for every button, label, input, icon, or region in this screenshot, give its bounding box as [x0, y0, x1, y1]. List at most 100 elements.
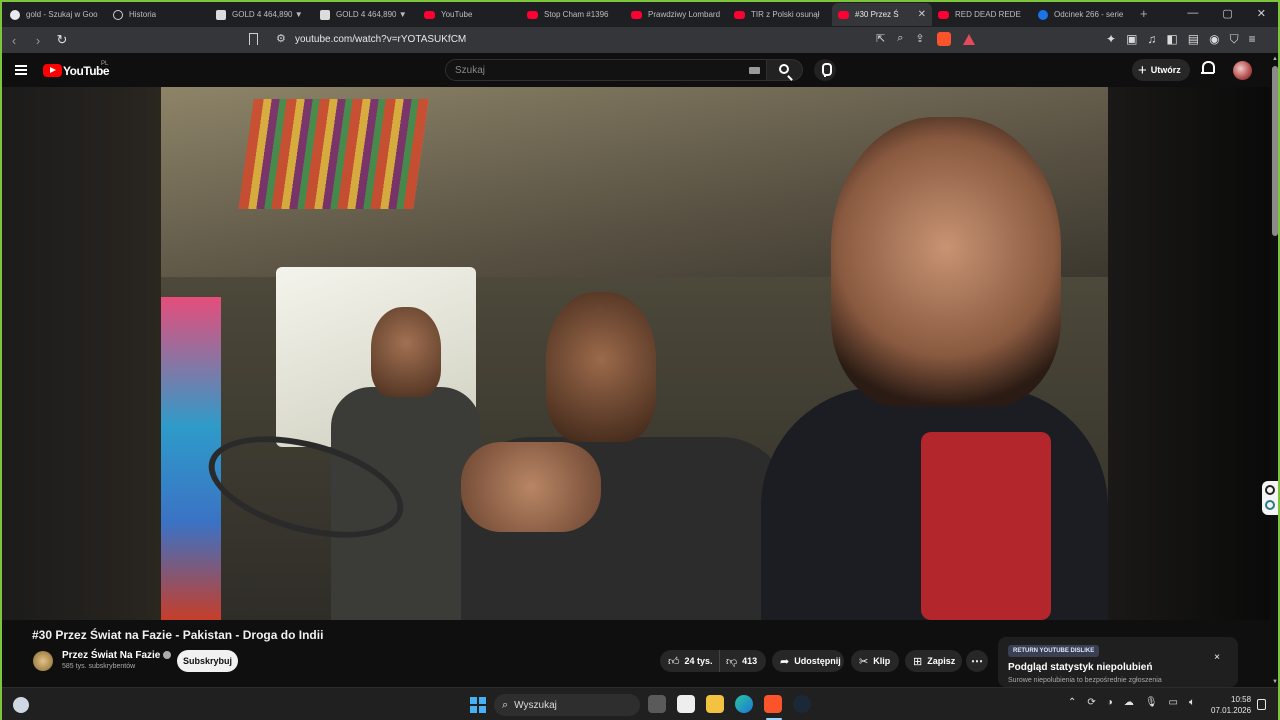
more-actions-button[interactable]: ⋯: [966, 650, 988, 672]
extension-circle-icon[interactable]: [1265, 500, 1275, 510]
like-button[interactable]: 👍︎ 24 tys.: [660, 650, 720, 672]
channel-name[interactable]: Przez Świat Na Fazie: [62, 650, 160, 661]
video-frame[interactable]: [161, 87, 1108, 620]
close-circle-icon[interactable]: [1265, 485, 1275, 495]
sidebar-icon[interactable]: ◧: [1166, 32, 1177, 47]
tab-tradingview-1[interactable]: GOLD 4 464,890 ▼: [210, 3, 314, 26]
brave-shield-icon[interactable]: [936, 32, 951, 46]
notifications-center-icon[interactable]: [1257, 699, 1266, 710]
keyboard-icon[interactable]: [749, 67, 760, 74]
address-bar[interactable]: youtube.com/watch?v=rYOTASUKfCM: [295, 34, 466, 45]
tab-stop-cham[interactable]: Stop Cham #1396: [521, 3, 625, 26]
save-button[interactable]: ⊞ Zapisz: [905, 650, 962, 672]
steam-icon[interactable]: [793, 695, 811, 713]
taskbar-search[interactable]: ⌕ Wyszukaj: [494, 694, 640, 716]
subscribe-button[interactable]: Subskrybuj: [177, 650, 238, 672]
create-label: Utwórz: [1150, 65, 1181, 75]
shield-icon[interactable]: ⛉: [1230, 32, 1239, 47]
bookmark-icon[interactable]: [249, 33, 258, 45]
tradingview-icon: [216, 9, 226, 20]
new-tab-button[interactable]: +: [1140, 6, 1148, 21]
ambient-glow-right: [1108, 87, 1270, 620]
voice-search-icon[interactable]: [814, 59, 836, 81]
search-button[interactable]: [767, 59, 803, 81]
clock-date: 07.01.2026: [1211, 706, 1252, 715]
maximize-button[interactable]: ▢: [1222, 7, 1232, 20]
share-icon[interactable]: ⇪: [915, 32, 924, 46]
weather-icon[interactable]: [13, 697, 29, 713]
clip-label: Klip: [873, 656, 891, 666]
tab-tir-z-polski[interactable]: TIR z Polski osunął: [728, 3, 832, 26]
open-external-icon[interactable]: ⇱: [876, 32, 885, 46]
media-icon[interactable]: ♫: [1147, 32, 1156, 47]
tab-label: Historia: [129, 10, 157, 19]
clasped-hands: [461, 442, 601, 532]
tab-current-video[interactable]: #30 Przez Ś ✕: [832, 3, 932, 26]
cloud-icon[interactable]: ☁: [1124, 697, 1134, 708]
reload-button[interactable]: ↻: [52, 32, 72, 48]
guide-menu-icon[interactable]: [15, 65, 27, 75]
tab-tradingview-2[interactable]: GOLD 4 464,890 ▼: [314, 3, 418, 26]
driver-face: [371, 307, 441, 397]
sync-icon[interactable]: ⟳: [1087, 697, 1095, 708]
youtube-icon: [424, 10, 435, 19]
network-app-icon[interactable]: ◑: [1107, 697, 1113, 708]
menu-icon[interactable]: ≡: [1249, 32, 1256, 47]
store-icon[interactable]: [677, 695, 695, 713]
extensions-icon[interactable]: ✦: [1106, 32, 1116, 47]
volume-icon[interactable]: 🔈︎: [1189, 697, 1195, 708]
youtube-icon: [734, 10, 745, 19]
scrollbar-thumb[interactable]: [1272, 66, 1278, 236]
brave-browser-icon[interactable]: [764, 695, 782, 713]
extensions-area: ✦ ▣ ♫ ◧ ▤ ◉ ⛉ ≡: [1106, 32, 1256, 47]
scroll-down-arrow-icon[interactable]: ▼: [1272, 679, 1278, 685]
vpn-icon[interactable]: ◉: [1209, 32, 1219, 47]
tab-red-dead[interactable]: RED DEAD REDE: [932, 3, 1032, 26]
account-avatar[interactable]: [1233, 61, 1252, 80]
channel-avatar[interactable]: [33, 651, 53, 671]
tab-youtube[interactable]: YouTube: [418, 3, 521, 26]
edge-icon[interactable]: [735, 695, 753, 713]
zoom-icon[interactable]: ⌕: [897, 32, 903, 46]
start-button[interactable]: [470, 697, 486, 713]
taskbar-search-label: Wyszukaj: [514, 699, 557, 711]
share-button[interactable]: ➦ Udostępnij: [772, 650, 844, 672]
share-label: Udostępnij: [794, 656, 841, 666]
video-player[interactable]: [0, 87, 1270, 620]
file-explorer-icon[interactable]: [706, 695, 724, 713]
dislike-button[interactable]: 👎︎ 413: [720, 650, 757, 672]
youtube-logo-icon[interactable]: [43, 64, 62, 77]
thumbs-up-icon: 👍︎: [668, 655, 680, 668]
clip-button[interactable]: ✂ Klip: [851, 650, 899, 672]
clock[interactable]: 10:58 07.01.2026: [1211, 694, 1251, 716]
close-window-button[interactable]: ✕: [1257, 7, 1266, 20]
tab-history[interactable]: Historia: [107, 3, 210, 26]
task-view-icon[interactable]: [648, 695, 666, 713]
notifications-icon[interactable]: [1201, 61, 1215, 75]
tab-google-search[interactable]: gold - Szukaj w Goo: [4, 3, 107, 26]
ryd-title: Podgląd statystyk niepolubień: [1008, 662, 1153, 673]
screenshot-icon[interactable]: ▣: [1126, 32, 1137, 47]
tab-odcinek-266[interactable]: Odcinek 266 - serie: [1032, 3, 1132, 26]
tab-prawdziwy-lombard[interactable]: Prawdziwy Lombard: [625, 3, 728, 26]
site-info-icon[interactable]: ⚙: [276, 32, 286, 45]
forward-button[interactable]: ›: [28, 33, 48, 48]
create-button[interactable]: + Utwórz: [1132, 59, 1190, 81]
pinned-apps: [648, 695, 811, 713]
search-input[interactable]: Szukaj: [445, 59, 767, 81]
brave-rewards-icon[interactable]: [962, 34, 975, 45]
display-icon[interactable]: ▭: [1169, 697, 1178, 708]
microphone-icon[interactable]: 🎙︎: [1145, 697, 1158, 708]
back-button[interactable]: ‹: [4, 33, 24, 48]
tab-label: GOLD 4 464,890 ▼: [232, 10, 303, 19]
wallet-icon[interactable]: ▤: [1188, 32, 1199, 47]
ryd-close-button[interactable]: ×: [1214, 652, 1220, 663]
minimize-button[interactable]: —: [1187, 7, 1198, 20]
close-tab-icon[interactable]: ✕: [912, 9, 926, 20]
return-dislike-popup: RETURN YOUTUBE DISLIKE × Podgląd statyst…: [998, 637, 1238, 687]
ambient-glow-left: [0, 87, 161, 620]
tray-overflow-icon[interactable]: ⌃: [1068, 697, 1076, 708]
scroll-up-arrow-icon[interactable]: ▲: [1272, 56, 1278, 62]
tab-label: Prawdziwy Lombard: [648, 10, 721, 19]
channel-name-row[interactable]: Przez Świat Na Fazie: [62, 650, 172, 661]
